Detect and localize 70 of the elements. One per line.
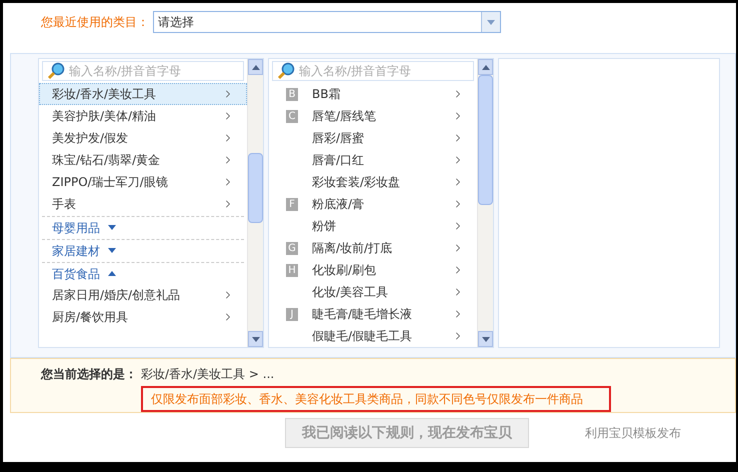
category-label: BB霜 bbox=[312, 86, 342, 103]
category-item[interactable]: 彩妆套装/彩妆盘 bbox=[269, 171, 477, 193]
scrollbar[interactable] bbox=[477, 59, 493, 347]
current-selection-label: 您当前选择的是： bbox=[41, 366, 137, 383]
category-label: 粉饼 bbox=[312, 218, 337, 235]
category-label: 厨房/餐饮用具 bbox=[52, 309, 130, 326]
notice-message: 仅限发布面部彩妆、香水、美容化妆工具类商品，同款不同色号仅限发布一件商品 bbox=[141, 386, 611, 412]
index-letter: G bbox=[286, 242, 298, 254]
search-icon bbox=[277, 62, 295, 80]
category-item[interactable]: 唇彩/唇蜜 bbox=[269, 127, 477, 149]
caret-down-icon bbox=[108, 225, 116, 230]
index-letter: H bbox=[286, 264, 298, 276]
category-label: 手表 bbox=[52, 196, 77, 213]
category-label: 唇彩/唇蜜 bbox=[312, 130, 366, 147]
recent-category-select[interactable]: 请选择 bbox=[153, 11, 501, 33]
caret-up-icon bbox=[108, 271, 116, 276]
search-icon bbox=[47, 62, 65, 80]
index-letter: F bbox=[286, 198, 298, 210]
category-item[interactable]: 假睫毛/假睫毛工具 bbox=[269, 325, 477, 347]
caret-down-icon bbox=[108, 248, 116, 253]
recent-category-label: 您最近使用的类目： bbox=[41, 14, 149, 31]
search-field[interactable]: 输入名称/拼音首字母 bbox=[42, 61, 244, 81]
scroll-up-icon[interactable] bbox=[482, 64, 490, 70]
category-group[interactable]: 家居建材 bbox=[42, 239, 244, 261]
category-item[interactable]: 粉饼 bbox=[269, 215, 477, 237]
category-item[interactable]: 居家日用/婚庆/创意礼品 bbox=[39, 284, 247, 306]
index-letter: J bbox=[286, 308, 298, 320]
index-letter: C bbox=[286, 110, 298, 122]
category-item[interactable]: ZIPPO/瑞士军刀/眼镜 bbox=[39, 171, 247, 193]
scrollbar-thumb[interactable] bbox=[248, 153, 263, 223]
category-item[interactable]: 珠宝/钻石/翡翠/黄金 bbox=[39, 149, 247, 171]
category-label: 隔离/妆前/打底 bbox=[312, 240, 394, 257]
category-label: ZIPPO/瑞士军刀/眼镜 bbox=[52, 174, 169, 191]
category-item[interactable]: J 睫毛膏/睫毛增长液 bbox=[269, 303, 477, 325]
category-item[interactable]: H 化妆刷/刷包 bbox=[269, 259, 477, 281]
search-field[interactable]: 输入名称/拼音首字母 bbox=[272, 61, 474, 81]
category-label: 粉底液/膏 bbox=[312, 196, 366, 213]
category-label: 化妆/美容工具 bbox=[312, 284, 390, 301]
category-item[interactable]: 唇膏/口红 bbox=[269, 149, 477, 171]
category-group[interactable]: 百货食品 bbox=[42, 262, 244, 284]
category-item[interactable]: 手表 bbox=[39, 193, 247, 215]
category-group[interactable]: 母婴用品 bbox=[42, 216, 244, 238]
category-label: 珠宝/钻石/翡翠/黄金 bbox=[52, 152, 162, 169]
category-label: 假睫毛/假睫毛工具 bbox=[312, 328, 414, 345]
category-item[interactable]: 化妆/美容工具 bbox=[269, 281, 477, 303]
scroll-up-icon[interactable] bbox=[252, 64, 260, 70]
category-item[interactable]: B BB霜 bbox=[269, 83, 477, 105]
category-label: 睫毛膏/睫毛增长液 bbox=[312, 306, 414, 323]
category-label: 唇膏/口红 bbox=[312, 152, 366, 169]
category-item[interactable]: 美容护肤/美体/精油 bbox=[39, 105, 247, 127]
current-selection-path: 彩妆/香水/美妆工具 > ... bbox=[141, 366, 274, 383]
category-label: 彩妆套装/彩妆盘 bbox=[312, 174, 402, 191]
category-label: 唇笔/唇线笔 bbox=[312, 108, 378, 125]
caret-down-icon bbox=[487, 20, 495, 24]
category-item[interactable]: F 粉底液/膏 bbox=[269, 193, 477, 215]
category-label: 居家日用/婚庆/创意礼品 bbox=[52, 287, 182, 304]
scroll-down-icon[interactable] bbox=[252, 336, 260, 342]
category-label: 彩妆/香水/美妆工具 bbox=[52, 86, 158, 103]
scroll-down-icon[interactable] bbox=[482, 336, 490, 342]
category-label: 美容护肤/美体/精油 bbox=[52, 108, 158, 125]
category-label: 美发护发/假发 bbox=[52, 130, 130, 147]
index-letter: B bbox=[286, 88, 298, 100]
category-item[interactable]: G 隔离/妆前/打底 bbox=[269, 237, 477, 259]
category-item[interactable]: 厨房/餐饮用具 bbox=[39, 306, 247, 328]
scrollbar-thumb[interactable] bbox=[478, 75, 493, 205]
scrollbar[interactable] bbox=[247, 59, 263, 347]
category-label: 化妆刷/刷包 bbox=[312, 262, 378, 279]
category-item[interactable]: 彩妆/香水/美妆工具 bbox=[39, 83, 247, 105]
category-item[interactable]: C 唇笔/唇线笔 bbox=[269, 105, 477, 127]
category-item[interactable]: 美发护发/假发 bbox=[39, 127, 247, 149]
